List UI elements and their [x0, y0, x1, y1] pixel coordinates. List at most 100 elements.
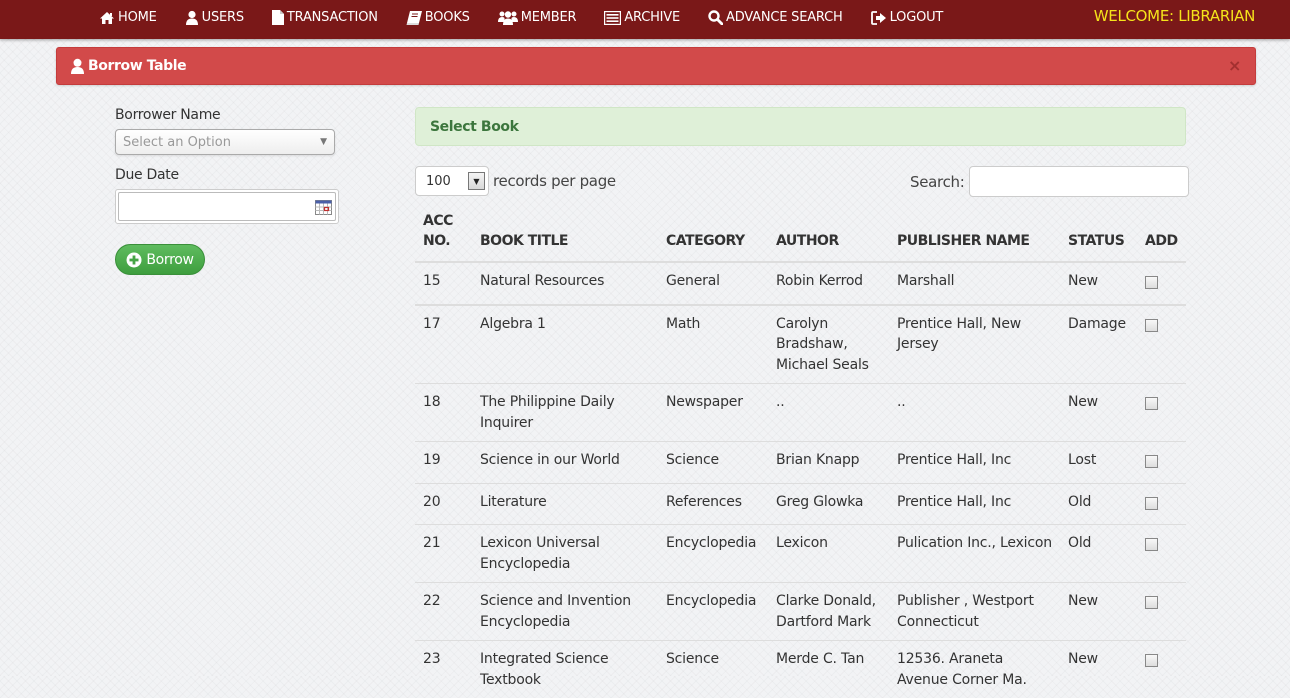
cell-publisher: Pulication Inc., Lexicon	[889, 525, 1060, 583]
cell-status: Damage	[1060, 305, 1137, 384]
records-per-page-control: 100 ▼ records per page	[415, 166, 616, 196]
add-book-checkbox[interactable]	[1145, 397, 1158, 410]
nav-transaction-label: TRANSACTION	[287, 10, 378, 25]
add-book-checkbox[interactable]	[1145, 654, 1158, 667]
nav-transaction[interactable]: TRANSACTION	[272, 10, 378, 25]
nav-users-label: USERS	[202, 10, 244, 25]
nav-books[interactable]: BOOKS	[406, 10, 470, 25]
cell-author: ..	[768, 384, 889, 442]
cell-add	[1137, 305, 1186, 384]
column-header-acc-no[interactable]: ACCNO.	[415, 208, 472, 262]
nav-logout-label: LOGOUT	[890, 10, 944, 25]
cell-title: Algebra 1	[472, 305, 658, 384]
select-book-alert: Select Book	[415, 107, 1186, 146]
cell-title: Natural Resources	[472, 262, 658, 305]
close-icon[interactable]: ×	[1228, 56, 1241, 75]
user-icon	[185, 10, 199, 25]
cell-title: The Philippine Daily Inquirer	[472, 384, 658, 442]
table-row: 19Science in our WorldScienceBrian Knapp…	[415, 442, 1186, 484]
table-row: 18The Philippine Daily InquirerNewspaper…	[415, 384, 1186, 442]
table-row: 15Natural ResourcesGeneralRobin KerrodMa…	[415, 262, 1186, 305]
cell-author: Brian Knapp	[768, 442, 889, 484]
borrow-form: Borrower Name Select an Option ▼ Due Dat…	[115, 107, 340, 275]
top-navbar: HOME USERS TRANSACTION BOOKS MEMBER ARCH…	[0, 0, 1290, 39]
due-date-input[interactable]	[124, 193, 309, 220]
cell-category: Encyclopedia	[658, 583, 768, 641]
cell-category: Science	[658, 442, 768, 484]
calendar-icon[interactable]	[315, 200, 332, 215]
borrow-table-panel-heading: Borrow Table ×	[56, 47, 1256, 85]
cell-author: Merde C. Tan	[768, 641, 889, 698]
column-header-publisher-name[interactable]: PUBLISHER NAME	[889, 208, 1060, 262]
add-book-checkbox[interactable]	[1145, 319, 1158, 332]
nav-archive[interactable]: ARCHIVE	[604, 10, 680, 25]
cell-acc: 15	[415, 262, 472, 305]
cell-publisher: ..	[889, 384, 1060, 442]
table-row: 17Algebra 1MathCarolyn Bradshaw, Michael…	[415, 305, 1186, 384]
cell-publisher: Marshall	[889, 262, 1060, 305]
cell-status: Old	[1060, 483, 1137, 525]
cell-status: Lost	[1060, 442, 1137, 484]
cell-add	[1137, 442, 1186, 484]
table-row: 22Science and Invention EncyclopediaEncy…	[415, 583, 1186, 641]
column-header-author[interactable]: AUTHOR	[768, 208, 889, 262]
records-per-page-value: 100	[426, 174, 451, 189]
add-book-checkbox[interactable]	[1145, 497, 1158, 510]
nav-books-label: BOOKS	[425, 10, 470, 25]
column-header-status[interactable]: STATUS	[1060, 208, 1137, 262]
add-book-checkbox[interactable]	[1145, 455, 1158, 468]
nav-advance-search[interactable]: ADVANCE SEARCH	[708, 10, 843, 25]
cell-acc: 23	[415, 641, 472, 698]
add-book-checkbox[interactable]	[1145, 538, 1158, 551]
cell-acc: 20	[415, 483, 472, 525]
table-row: 20LiteratureReferencesGreg GlowkaPrentic…	[415, 483, 1186, 525]
cell-acc: 22	[415, 583, 472, 641]
nav-logout[interactable]: LOGOUT	[871, 10, 944, 25]
table-header-row: ACCNO. BOOK TITLE CATEGORY AUTHOR PUBLIS…	[415, 208, 1186, 262]
cell-author: Clarke Donald, Dartford Mark	[768, 583, 889, 641]
column-header-category[interactable]: CATEGORY	[658, 208, 768, 262]
search-input[interactable]	[969, 166, 1189, 197]
cell-add	[1137, 262, 1186, 305]
due-date-field	[118, 192, 336, 221]
nav-member[interactable]: MEMBER	[498, 10, 577, 25]
welcome-text: WELCOME: LIBRARIAN	[1094, 7, 1255, 25]
borrow-button[interactable]: Borrow	[115, 244, 205, 275]
cell-author: Greg Glowka	[768, 483, 889, 525]
cell-acc: 18	[415, 384, 472, 442]
cell-acc: 17	[415, 305, 472, 384]
cell-category: References	[658, 483, 768, 525]
cell-add	[1137, 641, 1186, 698]
cell-add	[1137, 525, 1186, 583]
nav-home[interactable]: HOME	[99, 10, 157, 25]
cell-add	[1137, 483, 1186, 525]
borrower-name-select[interactable]: Select an Option ▼	[115, 129, 335, 155]
book-icon	[406, 11, 422, 25]
cell-acc: 19	[415, 442, 472, 484]
cell-acc: 21	[415, 525, 472, 583]
cell-author: Lexicon	[768, 525, 889, 583]
records-per-page-select[interactable]: 100 ▼	[415, 166, 489, 196]
add-book-checkbox[interactable]	[1145, 596, 1158, 609]
cell-status: New	[1060, 641, 1137, 698]
user-icon	[70, 58, 85, 74]
column-header-book-title[interactable]: BOOK TITLE	[472, 208, 658, 262]
cell-title: Literature	[472, 483, 658, 525]
cell-publisher: Publisher , Westport Connecticut	[889, 583, 1060, 641]
due-date-label: Due Date	[115, 167, 340, 183]
column-header-add[interactable]: ADD	[1137, 208, 1186, 262]
cell-add	[1137, 384, 1186, 442]
nav-users[interactable]: USERS	[185, 10, 244, 25]
file-icon	[272, 10, 284, 25]
cell-category: Science	[658, 641, 768, 698]
borrow-button-label: Borrow	[146, 252, 193, 268]
nav-archive-label: ARCHIVE	[624, 10, 680, 25]
search-icon	[708, 10, 723, 25]
cell-status: New	[1060, 384, 1137, 442]
nav-member-label: MEMBER	[521, 10, 577, 25]
cell-title: Lexicon Universal Encyclopedia	[472, 525, 658, 583]
records-per-page-label: records per page	[493, 172, 616, 190]
add-book-checkbox[interactable]	[1145, 276, 1158, 289]
cell-author: Robin Kerrod	[768, 262, 889, 305]
cell-title: Science in our World	[472, 442, 658, 484]
